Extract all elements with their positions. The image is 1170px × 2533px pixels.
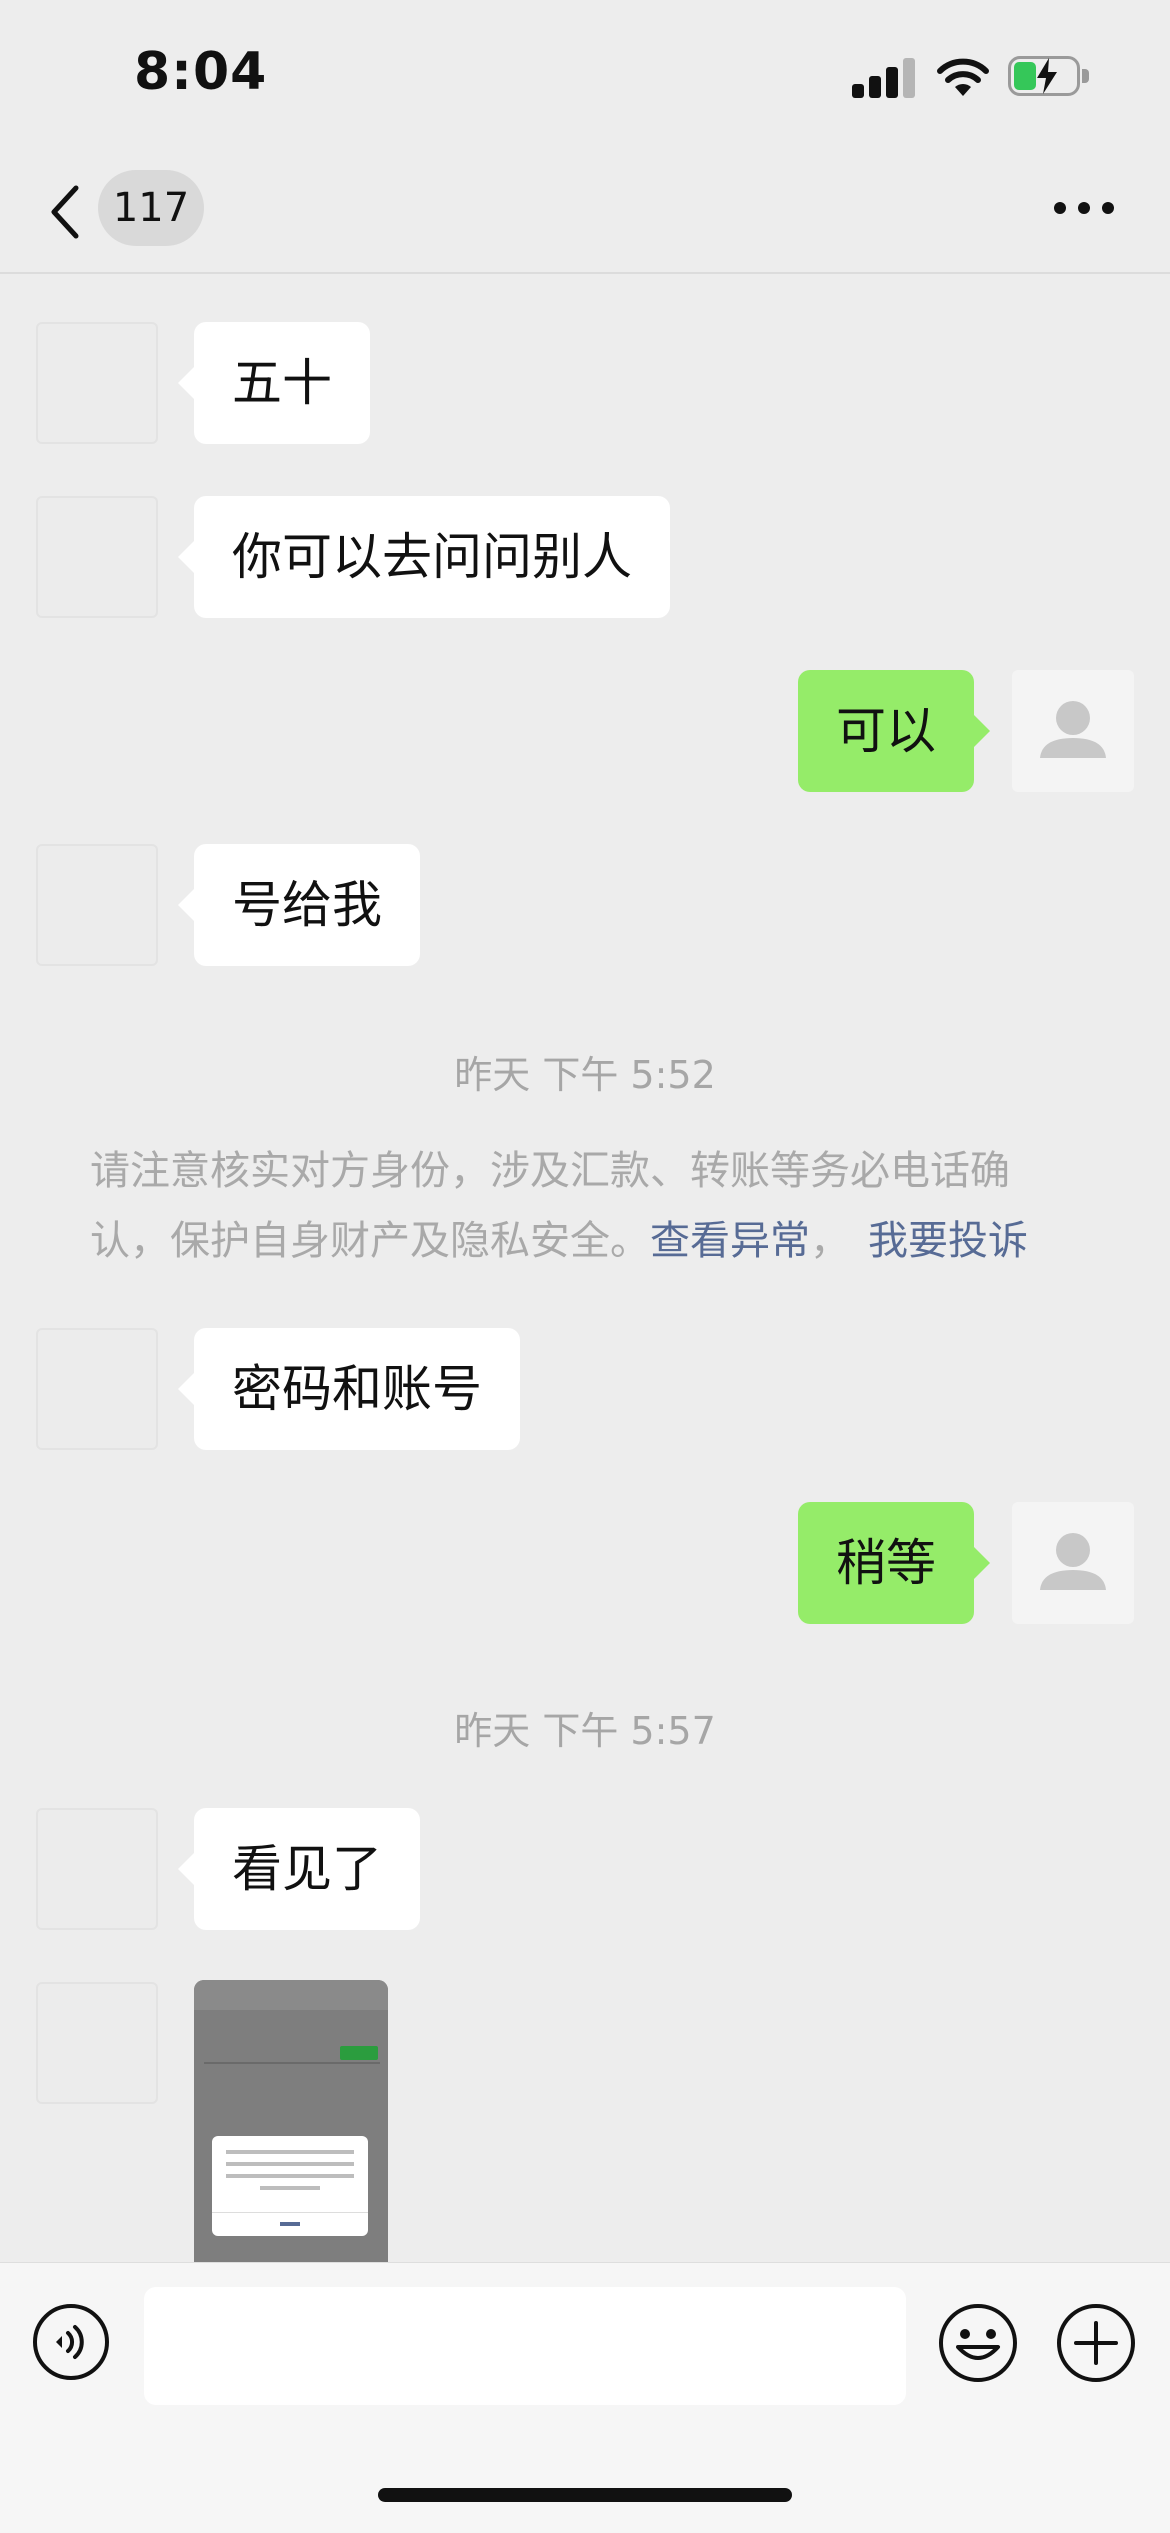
voice-icon[interactable] <box>32 2303 110 2381</box>
report-complaint-link[interactable]: 我要投诉 <box>868 1218 1028 1264</box>
message-bubble[interactable]: 号给我 <box>178 844 420 966</box>
status-bar: 8:04 <box>0 0 1170 150</box>
emoji-icon[interactable] <box>938 2303 1018 2383</box>
contact-avatar[interactable] <box>36 1808 158 1930</box>
my-avatar[interactable] <box>1012 1502 1134 1624</box>
cellular-signal-icon <box>852 56 916 98</box>
battery-charging-icon <box>1008 56 1092 98</box>
contact-avatar[interactable] <box>36 844 158 966</box>
back-chevron-icon[interactable] <box>46 182 86 242</box>
message-bubble[interactable]: 你可以去问问别人 <box>178 496 670 618</box>
contact-avatar[interactable] <box>36 1328 158 1450</box>
my-message-bubble[interactable]: 稍等 <box>798 1502 990 1624</box>
message-bubble[interactable]: 密码和账号 <box>178 1328 520 1450</box>
plus-icon[interactable] <box>1056 2303 1136 2383</box>
more-options-icon[interactable] <box>1054 202 1114 216</box>
my-avatar[interactable] <box>1012 670 1134 792</box>
notice-separator: ， <box>810 1218 850 1264</box>
contact-avatar[interactable] <box>36 1982 158 2104</box>
contact-avatar[interactable] <box>36 322 158 444</box>
contact-avatar[interactable] <box>36 496 158 618</box>
message-bubble[interactable]: 五十 <box>178 322 370 444</box>
security-notice: 请注意核实对方身份，涉及汇款、转账等务必电话确认，保护自身财产及隐私安全。查看异… <box>90 1136 1080 1276</box>
status-time: 8:04 <box>134 42 268 102</box>
home-indicator <box>378 2488 792 2502</box>
message-input[interactable] <box>144 2287 906 2405</box>
default-person-icon <box>1040 1533 1106 1590</box>
default-person-icon <box>1040 701 1106 758</box>
chat-timestamp: 昨天 下午 5:57 <box>454 1709 716 1753</box>
my-message-bubble[interactable]: 可以 <box>798 670 990 792</box>
unread-count-badge[interactable]: 117 <box>98 170 204 246</box>
chat-header: 117 <box>0 150 1170 274</box>
check-abnormal-link[interactable]: 查看异常 <box>650 1218 810 1264</box>
chat-timestamp: 昨天 下午 5:52 <box>454 1053 716 1097</box>
message-bubble[interactable]: 看见了 <box>178 1808 420 1930</box>
image-message-thumbnail[interactable] <box>194 1980 388 2262</box>
wifi-icon <box>937 58 989 96</box>
